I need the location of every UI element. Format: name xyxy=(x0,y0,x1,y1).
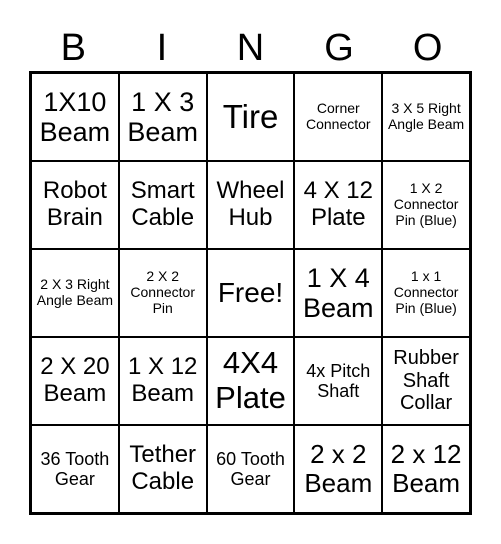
bingo-cell[interactable]: Tire xyxy=(206,73,295,161)
cell-label: 2 X 3 Right Angle Beam xyxy=(36,276,114,308)
cell-label: 2 x 2 Beam xyxy=(304,438,373,498)
header-letter-g: G xyxy=(324,27,354,69)
cell-label: Free! xyxy=(217,277,284,309)
cell-label: 1 X 3 Beam xyxy=(127,86,198,147)
cell-label: Wheel Hub xyxy=(216,177,285,231)
cell-label: 1 x 1 Connector Pin (Blue) xyxy=(393,268,459,316)
bingo-cell[interactable]: Smart Cable xyxy=(118,161,207,249)
bingo-cell[interactable]: 1 X 2 Connector Pin (Blue) xyxy=(382,161,470,249)
bingo-cell[interactable]: Rubber Shaft Collar xyxy=(382,337,470,425)
bingo-cell[interactable]: 2 X 3 Right Angle Beam xyxy=(31,249,119,337)
cell-label: Rubber Shaft Collar xyxy=(393,347,459,415)
bingo-cell[interactable]: 3 X 5 Right Angle Beam xyxy=(382,73,470,161)
cell-label: Tether Cable xyxy=(129,441,197,495)
cell-label: 1 X 2 Connector Pin (Blue) xyxy=(393,180,459,228)
bingo-cell[interactable]: 1 X 12 Beam xyxy=(118,337,207,425)
cell-label: 60 Tooth Gear xyxy=(216,448,285,489)
bingo-cell[interactable]: 2 X 2 Connector Pin xyxy=(118,249,207,337)
bingo-cell[interactable]: 4X4 Plate xyxy=(206,337,295,425)
header-letter-b: B xyxy=(60,27,86,69)
bingo-grid: 1X10 Beam 1 X 3 Beam Tire Corner Connector 3… xyxy=(29,71,472,515)
bingo-cell[interactable]: 1 x 1 Connector Pin (Blue) xyxy=(382,249,470,337)
cell-label: 1 X 4 Beam xyxy=(303,262,374,323)
cell-label: Tire xyxy=(222,97,279,135)
cell-label: Smart Cable xyxy=(130,177,195,231)
bingo-cell[interactable]: Tether Cable xyxy=(118,425,207,513)
bingo-cell[interactable]: Corner Connector xyxy=(294,73,383,161)
bingo-cell[interactable]: 1 X 3 Beam xyxy=(118,73,207,161)
bingo-cell[interactable]: 60 Tooth Gear xyxy=(206,425,295,513)
cell-label: 36 Tooth Gear xyxy=(40,448,110,489)
bingo-cell[interactable]: 4x Pitch Shaft xyxy=(294,337,383,425)
header-letter-n: N xyxy=(236,27,265,69)
cell-label: 4 X 12 Plate xyxy=(303,177,373,231)
bingo-cell[interactable]: 36 Tooth Gear xyxy=(31,425,119,513)
cell-label: Robot Brain xyxy=(42,177,107,231)
cell-label: 2 X 2 Connector Pin xyxy=(130,268,195,316)
bingo-cell[interactable]: 2 x 12 Beam xyxy=(382,425,470,513)
cell-label: 3 X 5 Right Angle Beam xyxy=(387,100,465,132)
cell-label: 1X10 Beam xyxy=(39,86,111,147)
bingo-cell[interactable]: 2 x 2 Beam xyxy=(294,425,383,513)
cell-label: 4x Pitch Shaft xyxy=(306,360,371,401)
cell-label: Corner Connector xyxy=(305,100,371,132)
bingo-header: B I N G O xyxy=(29,26,472,70)
cell-label: 2 x 12 Beam xyxy=(390,438,462,498)
bingo-cell[interactable]: Robot Brain xyxy=(31,161,119,249)
bingo-cell[interactable]: 1X10 Beam xyxy=(31,73,119,161)
cell-label: 4X4 Plate xyxy=(215,345,286,415)
free-space-cell[interactable]: Free! xyxy=(206,249,295,337)
header-letter-o: O xyxy=(412,27,443,69)
bingo-cell[interactable]: 2 X 20 Beam xyxy=(31,337,119,425)
bingo-cell[interactable]: 1 X 4 Beam xyxy=(294,249,383,337)
bingo-cell[interactable]: 4 X 12 Plate xyxy=(294,161,383,249)
cell-label: 2 X 20 Beam xyxy=(40,353,110,407)
bingo-cell[interactable]: Wheel Hub xyxy=(206,161,295,249)
header-letter-i: I xyxy=(156,27,168,69)
cell-label: 1 X 12 Beam xyxy=(128,353,198,407)
